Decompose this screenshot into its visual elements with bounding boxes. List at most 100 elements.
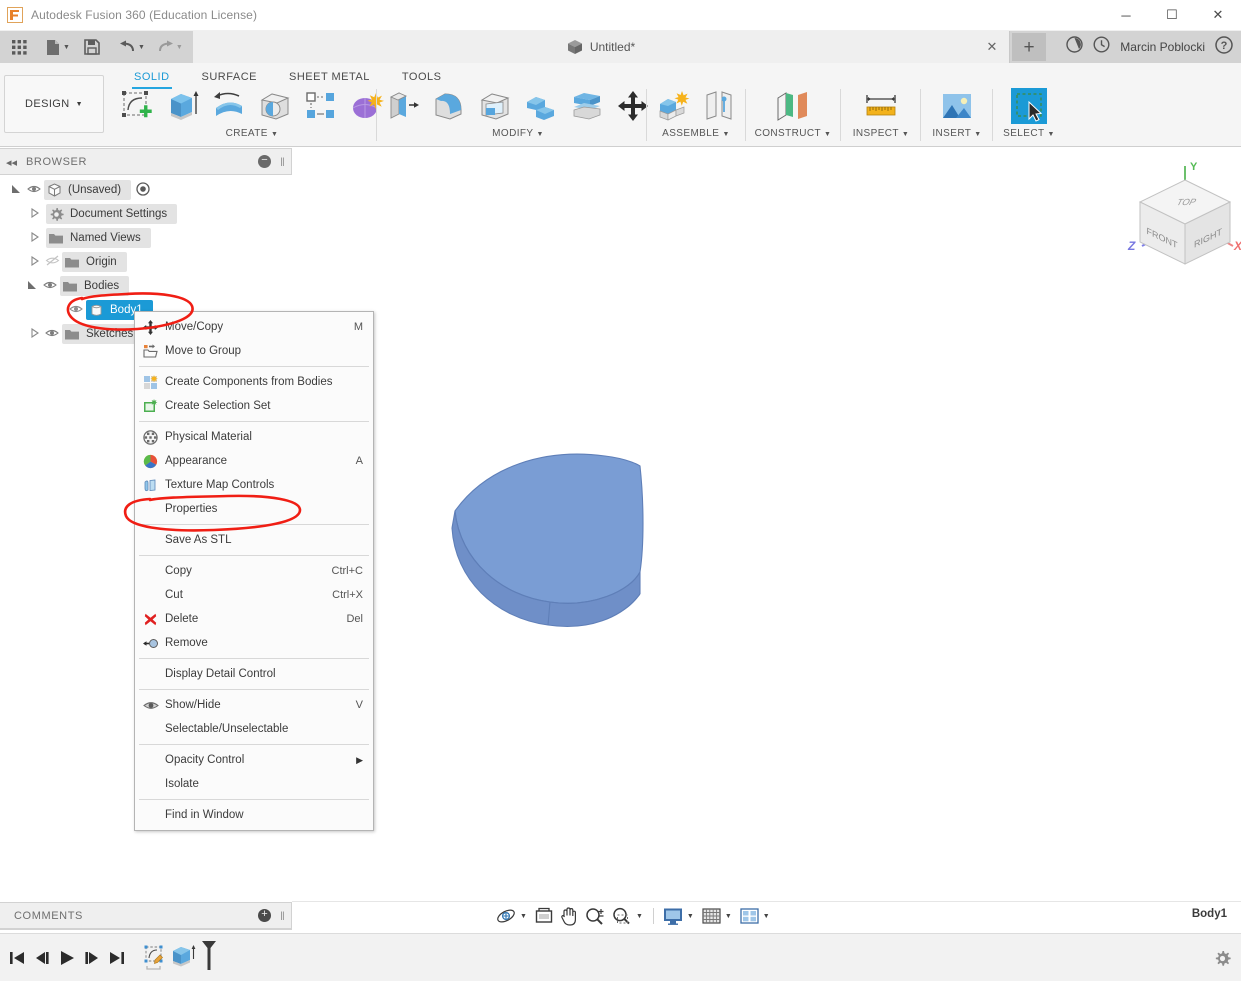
menu-remove[interactable]: Remove <box>135 631 373 655</box>
tree-item-named-views-pill[interactable]: Named Views <box>46 228 151 248</box>
menu-properties[interactable]: Properties <box>135 497 373 521</box>
timeline-play[interactable] <box>54 943 79 973</box>
workspace-selector[interactable]: DESIGN ▼ <box>4 75 104 133</box>
grid-icon[interactable] <box>699 904 724 928</box>
tree-item-sketches-pill[interactable]: Sketches <box>62 324 144 344</box>
document-tab-close-icon[interactable]: ✕ <box>985 40 999 54</box>
file-new-icon[interactable] <box>40 34 66 60</box>
tree-item-unsaved[interactable]: (Unsaved) <box>0 178 292 202</box>
menu-create-components-from-bodies[interactable]: Create Components from Bodies <box>135 370 373 394</box>
collapse-arrow-icon[interactable] <box>26 327 42 340</box>
maximize-icon[interactable]: ☐ <box>1149 0 1195 31</box>
close-icon[interactable]: ✕ <box>1195 0 1241 31</box>
new-component-tool[interactable] <box>652 85 694 127</box>
activate-component-radio[interactable] <box>136 181 150 199</box>
menu-copy[interactable]: Copy Ctrl+C <box>135 559 373 583</box>
orbit-caret-icon[interactable]: ▼ <box>520 913 531 920</box>
menu-appearance[interactable]: Appearance A <box>135 449 373 473</box>
extrude-tool[interactable] <box>162 85 204 127</box>
browser-options-icon[interactable]: − <box>258 155 271 168</box>
zoom-window-caret-icon[interactable]: ▼ <box>636 913 647 920</box>
timeline-feature-extrude[interactable] <box>169 943 199 973</box>
tree-item-origin-pill[interactable]: Origin <box>62 252 127 272</box>
combine-tool[interactable] <box>520 85 562 127</box>
collapse-arrow-icon[interactable] <box>26 255 42 268</box>
select-cursor-icon[interactable] <box>1008 85 1050 127</box>
body1-solid[interactable] <box>292 148 1241 901</box>
viewports-caret-icon[interactable]: ▼ <box>763 913 774 920</box>
document-tab[interactable]: Untitled* ✕ <box>193 31 1010 63</box>
picture-insert-icon[interactable] <box>936 85 978 127</box>
orbit-icon[interactable] <box>493 904 519 928</box>
viewports-icon[interactable] <box>737 904 762 928</box>
joint-tool[interactable] <box>698 85 740 127</box>
offset-face-tool[interactable] <box>566 85 608 127</box>
menu-selectable-unselectable[interactable]: Selectable/Unselectable <box>135 717 373 741</box>
menu-move-to-group[interactable]: Move to Group <box>135 339 373 363</box>
new-tab-button[interactable]: + <box>1012 33 1046 61</box>
grid-caret-icon[interactable]: ▼ <box>725 913 736 920</box>
pattern-icon[interactable] <box>300 85 342 127</box>
gear-icon[interactable] <box>1214 950 1231 972</box>
menu-move-copy[interactable]: Move/Copy M <box>135 315 373 339</box>
tree-item-named-views[interactable]: Named Views <box>0 226 292 250</box>
grid-apps-icon[interactable] <box>6 34 32 60</box>
ruler-measure-icon[interactable] <box>860 85 902 127</box>
help-icon[interactable]: ? <box>1215 35 1233 59</box>
recent-activity-icon[interactable] <box>1093 36 1110 58</box>
save-disk-icon[interactable] <box>79 34 105 60</box>
user-name-label[interactable]: Marcin Poblocki <box>1120 40 1205 54</box>
design-canvas[interactable]: Y Z X TOP FRONT RIGHT <box>292 148 1241 901</box>
view-cube[interactable]: Y Z X TOP FRONT RIGHT <box>1120 158 1241 278</box>
timeline-feature-sketch[interactable] <box>141 943 169 973</box>
timeline-go-to-beginning[interactable] <box>4 943 29 973</box>
tree-item-origin[interactable]: Origin <box>0 250 292 274</box>
tree-item-document-settings-pill[interactable]: Document Settings <box>46 204 178 224</box>
create-sketch-tool[interactable] <box>116 85 158 127</box>
timeline-go-to-end[interactable] <box>104 943 129 973</box>
zoom-magnifier-icon[interactable] <box>582 904 608 928</box>
visibility-eye-icon[interactable] <box>42 328 62 341</box>
menu-physical-material[interactable]: Physical Material <box>135 425 373 449</box>
collapse-arrow-icon[interactable] <box>26 231 42 244</box>
shell-tool[interactable] <box>474 85 516 127</box>
tree-item-document-settings[interactable]: Document Settings <box>0 202 292 226</box>
menu-texture-map-controls[interactable]: Texture Map Controls <box>135 473 373 497</box>
browser-collapse-icon[interactable]: ◂◂ <box>6 156 17 169</box>
fit-icon[interactable] <box>532 904 556 928</box>
fillet-tool[interactable] <box>428 85 470 127</box>
menu-delete[interactable]: Delete Del <box>135 607 373 631</box>
menu-create-selection-set[interactable]: Create Selection Set <box>135 394 373 418</box>
timeline-step-back[interactable] <box>29 943 54 973</box>
minimize-icon[interactable]: ─ <box>1103 0 1149 31</box>
visibility-eye-icon[interactable] <box>24 184 44 197</box>
tree-item-bodies[interactable]: Bodies <box>0 274 292 298</box>
redo-arrow-icon[interactable] <box>153 34 179 60</box>
expand-arrow-icon[interactable] <box>24 280 40 292</box>
tree-item-unsaved-pill[interactable]: (Unsaved) <box>44 180 132 200</box>
visibility-eye-off-icon[interactable] <box>42 255 62 269</box>
menu-display-detail-control[interactable]: Display Detail Control <box>135 662 373 686</box>
pan-hand-icon[interactable] <box>557 904 581 928</box>
menu-isolate[interactable]: Isolate <box>135 772 373 796</box>
expand-arrow-icon[interactable] <box>8 184 24 196</box>
hole-tool[interactable] <box>254 85 296 127</box>
body-context-menu[interactable]: Move/Copy M Move to Group Create Compone… <box>134 311 374 831</box>
tree-item-bodies-pill[interactable]: Bodies <box>60 276 130 296</box>
display-caret-icon[interactable]: ▼ <box>687 913 698 920</box>
visibility-eye-icon[interactable] <box>40 280 60 293</box>
revolve-tool[interactable] <box>208 85 250 127</box>
undo-arrow-icon[interactable] <box>115 34 141 60</box>
menu-find-in-window[interactable]: Find in Window <box>135 803 373 827</box>
add-comment-icon[interactable]: + <box>258 909 271 922</box>
menu-show-hide[interactable]: Show/Hide V <box>135 693 373 717</box>
job-status-icon[interactable] <box>1066 36 1083 58</box>
collapse-arrow-icon[interactable] <box>26 207 42 220</box>
menu-save-as-stl[interactable]: Save As STL <box>135 528 373 552</box>
zoom-window-icon[interactable] <box>609 904 635 928</box>
construct-plane-icon[interactable] <box>772 85 814 127</box>
visibility-eye-icon[interactable] <box>66 304 86 317</box>
menu-cut[interactable]: Cut Ctrl+X <box>135 583 373 607</box>
move-arrows-icon[interactable] <box>612 85 654 127</box>
monitor-display-icon[interactable] <box>660 904 686 928</box>
